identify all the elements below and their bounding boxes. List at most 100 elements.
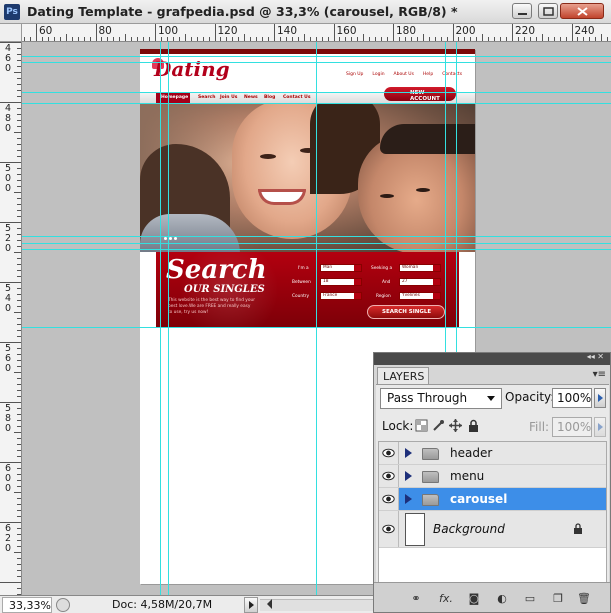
ruler-tick <box>506 37 508 41</box>
opacity-input[interactable]: 100% <box>552 388 592 408</box>
link-icon[interactable]: ⚭ <box>408 592 424 606</box>
lock-label: Lock: <box>382 419 414 433</box>
ruler-tick <box>143 37 145 41</box>
vertical-ruler[interactable]: 460 480 500 520 540 560 580 600 620 <box>0 42 22 595</box>
adjustment-icon[interactable]: ◐ <box>494 592 510 606</box>
ruler-tick <box>458 37 460 41</box>
guide-horizontal[interactable] <box>22 103 611 104</box>
ruler-label: 480 <box>4 103 12 134</box>
status-menu-button[interactable] <box>244 597 258 613</box>
ruler-tick <box>160 37 162 41</box>
fill-slider-button[interactable] <box>594 417 606 437</box>
carousel-dots <box>164 237 177 240</box>
lock-pixels-icon[interactable] <box>432 419 445 432</box>
title-bar: Ps Dating Template - grafpedia.psd @ 33,… <box>0 0 611 24</box>
guide-horizontal[interactable] <box>22 243 611 244</box>
status-icon[interactable] <box>56 598 70 612</box>
ruler-tick <box>17 528 21 529</box>
ruler-tick <box>446 37 448 41</box>
panel-menu-icon[interactable]: ▾≡ <box>593 369 606 380</box>
guide-horizontal[interactable] <box>22 56 611 57</box>
ruler-label: 180 <box>396 25 417 37</box>
trash-icon[interactable]: 🗑 <box>576 592 592 606</box>
tab-layers[interactable]: LAYERS <box>377 367 429 384</box>
zoom-field[interactable]: 33,33% <box>2 597 52 613</box>
new-layer-icon[interactable]: ❐ <box>550 592 566 606</box>
folder-icon <box>422 494 439 506</box>
guide-vertical[interactable] <box>316 42 317 595</box>
guide-vertical[interactable] <box>160 42 161 595</box>
ruler-tick <box>17 456 21 457</box>
site-top-strip <box>140 49 475 54</box>
ruler-tick <box>547 37 549 41</box>
ruler-tick <box>101 37 103 41</box>
ruler-tick <box>17 120 21 121</box>
ruler-tick <box>65 34 67 41</box>
layer-name[interactable]: Background <box>433 522 505 536</box>
minimize-button[interactable] <box>512 3 532 19</box>
fill-input[interactable]: 100% <box>552 417 592 437</box>
ruler-tick <box>208 37 210 41</box>
horizontal-scrollbar[interactable] <box>260 599 373 611</box>
ruler-tick <box>262 37 264 41</box>
ruler-tick <box>583 37 585 41</box>
top-link: About Us <box>393 72 414 77</box>
guide-horizontal[interactable] <box>22 236 611 237</box>
lock-position-icon[interactable] <box>449 419 462 432</box>
expand-triangle-icon[interactable] <box>405 471 417 481</box>
lock-transparency-icon[interactable] <box>415 419 428 432</box>
field-select: 18 <box>320 278 362 286</box>
ruler-tick <box>309 37 311 41</box>
ruler-label: 240 <box>574 25 595 37</box>
folder-icon <box>422 471 439 483</box>
ruler-tick <box>17 234 21 235</box>
layers-panel: ◂◂ ✕ LAYERS ▾≡ Pass Through Opacity: 100… <box>373 352 611 613</box>
opacity-slider-button[interactable] <box>594 388 606 408</box>
layer-row-header[interactable]: header <box>379 442 606 465</box>
layers-body: Pass Through Opacity: 100% Lock: Fill: 1… <box>376 384 609 611</box>
expand-triangle-icon[interactable] <box>405 448 417 458</box>
ruler-tick <box>184 34 186 41</box>
layer-row-menu[interactable]: menu <box>379 465 606 488</box>
visibility-eye-icon[interactable] <box>379 465 399 487</box>
lock-icon <box>574 523 582 534</box>
guide-horizontal[interactable] <box>22 327 611 328</box>
maximize-button[interactable] <box>538 3 558 19</box>
visibility-eye-icon[interactable] <box>379 442 399 464</box>
close-icon <box>577 7 588 16</box>
guide-horizontal[interactable] <box>22 92 611 93</box>
guide-vertical[interactable] <box>168 42 169 595</box>
nav-item: Blog <box>264 95 276 100</box>
ruler-tick <box>238 37 240 41</box>
layer-row-background[interactable]: Background <box>379 511 606 548</box>
panel-title-bar[interactable]: ◂◂ ✕ <box>374 352 610 365</box>
blend-mode-select[interactable]: Pass Through <box>380 388 502 409</box>
scroll-left-arrow-icon[interactable] <box>262 599 272 609</box>
ruler-tick <box>17 450 21 451</box>
ruler-tick <box>17 540 21 541</box>
folder-icon <box>422 448 439 460</box>
fx-icon[interactable]: fx. <box>438 592 454 606</box>
guide-horizontal[interactable] <box>22 249 611 250</box>
ruler-label: 200 <box>455 25 476 37</box>
visibility-eye-icon[interactable] <box>379 511 399 547</box>
lock-all-icon[interactable] <box>467 419 480 432</box>
expand-triangle-icon[interactable] <box>405 494 417 504</box>
guide-horizontal[interactable] <box>22 62 611 63</box>
folder-icon[interactable]: ▭ <box>522 592 538 606</box>
ruler-tick <box>601 34 603 41</box>
close-button[interactable] <box>560 3 604 19</box>
photo-eye <box>380 194 394 198</box>
ruler-tick <box>14 552 21 553</box>
layer-name[interactable]: carousel <box>450 492 507 506</box>
visibility-eye-icon[interactable] <box>379 488 399 510</box>
layer-name[interactable]: header <box>450 446 492 460</box>
layer-row-carousel[interactable]: carousel <box>379 488 606 511</box>
collapse-icon[interactable]: ◂◂ ✕ <box>587 352 604 361</box>
ruler-tick <box>14 492 21 493</box>
mask-icon[interactable]: ◙ <box>466 592 482 606</box>
horizontal-ruler[interactable]: 60 80 100 120 140 160 180 200 220 240 <box>22 24 611 42</box>
ruler-tick <box>59 37 61 41</box>
photo-hair <box>380 124 475 154</box>
layer-name[interactable]: menu <box>450 469 484 483</box>
